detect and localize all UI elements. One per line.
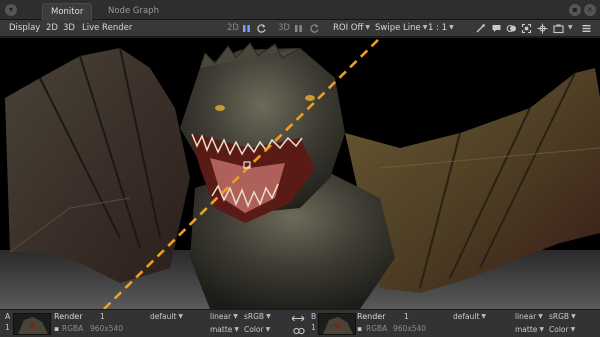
slot-b-matte-caret-icon: ▼ [539, 326, 545, 333]
mode-3d-label[interactable]: 3D [278, 20, 290, 37]
slot-a-color-caret-icon: ▼ [265, 326, 271, 333]
slot-a-lock-icon: ▪ [54, 324, 60, 333]
overlay-icon[interactable] [506, 23, 517, 34]
swipe-dropdown[interactable]: Swipe Line ▼ [375, 20, 427, 37]
slot-a-pass-dropdown[interactable]: default ▼ [150, 312, 183, 322]
zoom-value: 1 : 1 [428, 23, 448, 33]
roi-caret-icon: ▼ [365, 24, 370, 31]
mode-2d-label[interactable]: 2D [227, 20, 239, 37]
swipe-value: Swipe Line [375, 23, 421, 33]
slot-a-pass-caret-icon: ▼ [178, 313, 184, 320]
slot-b-resolution: 960x540 [393, 324, 427, 333]
settings-icon[interactable] [581, 23, 592, 34]
render-viewer[interactable] [0, 38, 600, 309]
slot-a-colorspace-caret-icon: ▼ [233, 313, 238, 320]
pause-2d-icon[interactable] [241, 23, 252, 34]
slot-b-pass: default [453, 312, 480, 321]
viewer-toolbar: Display 2D 3D Live Render 2D 3D ROI Off ▼… [0, 20, 600, 37]
slot-a-lut-caret-icon: ▼ [266, 313, 271, 320]
slot-a-channels: RGBA [62, 324, 84, 333]
slot-b-letter: B [311, 312, 317, 321]
zoom-caret-icon: ▼ [449, 24, 454, 31]
roi-dropdown[interactable]: ROI Off ▼ [333, 20, 370, 37]
zoom-dropdown[interactable]: 1 : 1 ▼ [428, 20, 454, 37]
center-icon[interactable] [537, 23, 548, 34]
slot-a-resolution: 960x540 [90, 324, 124, 333]
slot-a-frame: 1 [100, 312, 105, 321]
slot-a-color-dropdown[interactable]: Color ▼ [244, 325, 270, 335]
slot-b-lut-dropdown[interactable]: sRGB ▼ [549, 312, 576, 322]
slot-a-letter: A [5, 312, 11, 321]
input-panel: A 1 Render 1 default ▼ ▪ RGBA 960x540 lin… [0, 309, 600, 337]
refresh-3d-icon[interactable] [309, 23, 320, 34]
tab-bar: ▾ Monitor Node Graph ▪ × [0, 0, 600, 20]
annotation-icon[interactable] [491, 23, 502, 34]
slot-b-matte-dropdown[interactable]: matte ▼ [515, 325, 544, 335]
slot-b-colorspace-caret-icon: ▼ [538, 313, 543, 320]
slot-a-colorspace: linear [210, 312, 232, 321]
close-panel-icon[interactable]: × [584, 4, 596, 16]
slot-b-lock-icon: ▪ [357, 324, 363, 333]
slot-b-pass-dropdown[interactable]: default ▼ [453, 312, 486, 322]
slot-a-lut: sRGB [244, 312, 265, 321]
slot-a-thumbnail[interactable] [13, 313, 51, 335]
slot-b-color-dropdown[interactable]: Color ▼ [549, 325, 575, 335]
refresh-icon[interactable] [256, 23, 267, 34]
slot-b-lut: sRGB [549, 312, 570, 321]
tab-monitor[interactable]: Monitor [42, 3, 93, 20]
slot-b-lut-caret-icon: ▼ [571, 313, 576, 320]
slot-a-lut-dropdown[interactable]: sRGB ▼ [244, 312, 271, 322]
slot-a-name[interactable]: Render [54, 312, 82, 322]
slot-a-index: 1 [5, 323, 10, 332]
panel-menu-icon[interactable]: ▾ [5, 4, 17, 16]
slot-a-matte: matte [210, 325, 233, 334]
slot-b-index: 1 [311, 323, 316, 332]
slot-a-color: Color [244, 325, 264, 334]
snapshot-caret-icon[interactable]: ▼ [566, 20, 573, 37]
slot-b-name[interactable]: Render [357, 312, 385, 322]
render-image [0, 38, 600, 309]
tab-node-graph[interactable]: Node Graph [100, 3, 167, 20]
menu-2d[interactable]: 2D [46, 20, 58, 37]
swipe-caret-icon: ▼ [422, 24, 428, 31]
display-menu[interactable]: Display [9, 20, 40, 37]
live-render-menu[interactable]: Live Render [82, 20, 132, 37]
swap-ab-icon[interactable] [291, 314, 305, 323]
pause-3d-icon[interactable] [293, 23, 304, 34]
float-panel-icon[interactable]: ▪ [569, 4, 581, 16]
roi-value: ROI Off [333, 23, 364, 33]
slot-b-colorspace-dropdown[interactable]: linear ▼ [515, 312, 543, 322]
slot-a-matte-dropdown[interactable]: matte ▼ [210, 325, 239, 335]
slot-b-colorspace: linear [515, 312, 537, 321]
slot-a-matte-caret-icon: ▼ [234, 326, 240, 333]
slot-b-pass-caret-icon: ▼ [481, 313, 487, 320]
slot-b-color-caret-icon: ▼ [570, 326, 576, 333]
snapshot-icon[interactable] [553, 23, 564, 34]
slot-b-thumbnail[interactable] [318, 313, 356, 335]
link-ab-icon[interactable] [293, 327, 305, 335]
slot-b-channels: RGBA [366, 324, 388, 333]
frame-icon[interactable] [521, 23, 532, 34]
menu-3d[interactable]: 3D [63, 20, 75, 37]
slot-b-matte: matte [515, 325, 538, 334]
slot-b-frame: 1 [404, 312, 409, 321]
color-picker-icon[interactable] [475, 23, 486, 34]
slot-a-colorspace-dropdown[interactable]: linear ▼ [210, 312, 238, 322]
slot-b-color: Color [549, 325, 569, 334]
slot-a-pass: default [150, 312, 177, 321]
